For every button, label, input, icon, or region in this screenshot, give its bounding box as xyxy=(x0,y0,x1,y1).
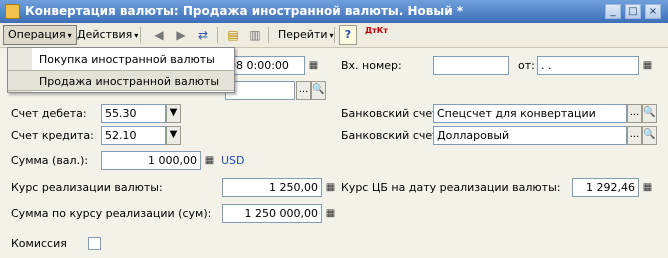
calendar-icon[interactable]: ▦ xyxy=(307,58,320,73)
operation-label: Операция xyxy=(8,28,66,41)
search-icon[interactable]: 🔍 xyxy=(311,81,326,100)
select-button[interactable]: ... xyxy=(627,104,642,123)
post-document-icon[interactable]: ▤ xyxy=(224,26,242,44)
commission-checkbox[interactable] xyxy=(88,237,101,250)
select-button[interactable]: ... xyxy=(296,81,311,100)
incoming-number-input[interactable] xyxy=(433,56,509,75)
currency-code: USD xyxy=(221,154,245,167)
goto-menu-button[interactable]: Перейти ▾ xyxy=(273,25,339,45)
organization-input[interactable] xyxy=(225,81,295,100)
search-icon[interactable]: 🔍 xyxy=(642,126,657,145)
incoming-date-field[interactable]: . . xyxy=(537,56,639,75)
chevron-down-icon: ▾ xyxy=(329,31,334,40)
search-icon[interactable]: 🔍 xyxy=(642,104,657,123)
actions-menu-button[interactable]: Действия ▾ xyxy=(72,25,143,45)
bank-account-1-input[interactable]: Спецсчет для конвертации xyxy=(433,104,627,123)
sale-amount-label: Сумма по курсу реализации (сум): xyxy=(11,207,212,220)
sale-rate-input[interactable]: 1 250,00 xyxy=(222,178,322,197)
amount-label: Сумма (вал.): xyxy=(11,154,89,167)
unpost-document-icon[interactable]: ▥ xyxy=(246,26,264,44)
chevron-down-icon: ▾ xyxy=(134,31,139,40)
bank-account-2-input[interactable]: Долларовый xyxy=(433,126,627,145)
cb-rate-label: Курс ЦБ на дату реализации валюты: xyxy=(341,181,561,194)
operation-menu-button[interactable]: Операция ▾ xyxy=(3,25,77,45)
forward-icon[interactable]: ▶ xyxy=(172,26,190,44)
credit-account-input[interactable]: 52.10 xyxy=(101,126,166,145)
calculator-icon[interactable]: ▦ xyxy=(641,180,654,195)
menu-item-sell-currency[interactable]: Продажа иностранной валюты xyxy=(8,70,234,91)
refresh-icon[interactable]: ⇄ xyxy=(194,26,212,44)
document-date-field[interactable]: 08 0:00:00 xyxy=(225,56,305,75)
window-title-bar: Конвертация валюты: Продажа иностранной … xyxy=(0,0,668,23)
operation-dropdown-menu: Покупка иностранной валюты Продажа иност… xyxy=(7,47,235,93)
incoming-number-label: Вх. номер: xyxy=(341,59,402,72)
actions-label: Действия xyxy=(77,28,133,41)
amount-input[interactable]: 1 000,00 xyxy=(101,151,201,170)
bank-account-1-label: Банковский счет: xyxy=(341,107,443,120)
debit-account-label: Счет дебета: xyxy=(11,107,87,120)
toolbar-separator xyxy=(140,27,141,43)
calendar-icon[interactable]: ▦ xyxy=(641,58,654,73)
commission-label: Комиссия xyxy=(11,237,67,250)
minimize-button[interactable]: _ xyxy=(605,4,621,19)
select-button[interactable]: ... xyxy=(627,126,642,145)
goto-label: Перейти xyxy=(278,28,328,41)
toolbar-separator xyxy=(334,27,335,43)
toolbar-separator xyxy=(217,27,218,43)
dt-kt-icon[interactable]: ДтКт xyxy=(364,25,389,45)
close-button[interactable]: × xyxy=(645,4,661,19)
back-icon[interactable]: ◀ xyxy=(150,26,168,44)
dropdown-button[interactable]: ▼ xyxy=(166,104,181,123)
maximize-button[interactable]: □ xyxy=(625,4,641,19)
bank-account-2-label: Банковский счет: xyxy=(341,129,443,142)
calculator-icon[interactable]: ▦ xyxy=(203,153,216,168)
help-button[interactable]: ? xyxy=(339,25,357,45)
toolbar-separator xyxy=(268,27,269,43)
menu-item-buy-currency[interactable]: Покупка иностранной валюты xyxy=(8,49,234,70)
calculator-icon[interactable]: ▦ xyxy=(324,180,337,195)
app-icon xyxy=(5,4,20,19)
toolbar: Операция ▾ Действия ▾ ◀ ▶ ⇄ ▤ ▥ Перейти ▾ ?… xyxy=(0,23,668,48)
window-title: Конвертация валюты: Продажа иностранной … xyxy=(25,4,464,18)
sale-rate-label: Курс реализации валюты: xyxy=(11,181,163,194)
dropdown-button[interactable]: ▼ xyxy=(166,126,181,145)
incoming-from-label: от: xyxy=(518,59,535,72)
credit-account-label: Счет кредита: xyxy=(11,129,94,142)
calculator-icon[interactable]: ▦ xyxy=(324,206,337,221)
debit-account-input[interactable]: 55.30 xyxy=(101,104,166,123)
sale-amount-input[interactable]: 1 250 000,00 xyxy=(222,204,322,223)
cb-rate-input[interactable]: 1 292,46 xyxy=(572,178,639,197)
